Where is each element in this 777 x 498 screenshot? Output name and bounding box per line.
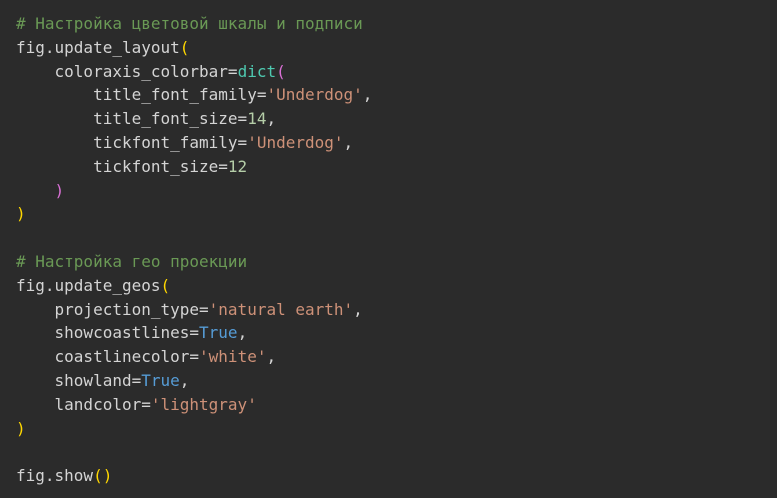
code-line: projection_type='natural earth', — [16, 298, 372, 322]
code-line: title_font_size=14, — [16, 107, 372, 131]
code-token-number: 14 — [247, 109, 267, 129]
code-token-string: 'lightgray' — [150, 394, 257, 414]
code-token-number: 12 — [227, 156, 248, 176]
code-line: showland=True, — [16, 369, 372, 393]
code-line: coloraxis_colorbar=dict( — [16, 60, 372, 84]
code-line: tickfont_size=12 — [16, 155, 372, 179]
code-token-string: 'Underdog' — [266, 85, 363, 105]
code-token-plain: , — [237, 323, 248, 343]
code-token-plain: tickfont_family= — [16, 132, 248, 152]
code-token-comment: # Настройка цветовой шкалы и подписи — [16, 14, 363, 33]
code-token-plain: , — [353, 299, 363, 319]
code-token-plain: , — [343, 132, 354, 152]
code-line: ) — [16, 417, 372, 441]
code-token-plain: landcolor= — [16, 394, 151, 414]
code-token-paren1: () — [93, 466, 113, 486]
code-token-plain: tickfont_size= — [16, 156, 228, 176]
code-token-string: 'white' — [199, 347, 267, 367]
code-line: title_font_family='Underdog', — [16, 83, 372, 107]
code-token-plain: fig.show — [16, 466, 94, 486]
code-token-paren1: ) — [16, 418, 26, 438]
code-token-plain: , — [266, 109, 277, 129]
code-token-plain: projection_type= — [16, 299, 209, 319]
code-line: showcoastlines=True, — [16, 321, 372, 345]
code-line: fig.update_layout( — [16, 36, 372, 60]
code-line: ) — [16, 202, 372, 226]
code-line: # Настройка цветовой шкалы и подписи — [16, 12, 372, 36]
code-token-plain: coloraxis_colorbar= — [16, 61, 238, 81]
code-line: coastlinecolor='white', — [16, 345, 372, 369]
code-token-plain: title_font_size= — [16, 109, 248, 129]
code-token-plain: , — [362, 85, 373, 105]
code-token-string: 'natural earth' — [208, 299, 354, 319]
code-line: fig.update_geos( — [16, 274, 372, 298]
code-token-plain: coastlinecolor= — [16, 347, 200, 367]
code-editor[interactable]: # Настройка цветовой шкалы и подписи fig.… — [16, 12, 372, 488]
code-token-string: 'Underdog' — [247, 132, 344, 152]
code-token-plain: showland= — [16, 370, 142, 390]
code-line: tickfont_family='Underdog', — [16, 131, 372, 155]
code-token-keyword: True — [141, 370, 180, 390]
code-token-paren1: ( — [179, 37, 190, 57]
code-token-comment: # Настройка гео проекции — [16, 251, 248, 271]
code-token-keyword: True — [199, 323, 238, 343]
code-token-plain: fig.update_layout — [16, 37, 180, 57]
code-line: # Настройка гео проекции — [16, 250, 372, 274]
code-token-paren1: ( — [160, 275, 171, 295]
code-line: ) — [16, 179, 372, 203]
code-line: fig.show() — [16, 464, 372, 488]
code-token-paren1: ) — [16, 204, 26, 224]
code-token-plain: fig.update_geos — [16, 275, 161, 295]
code-token-plain: , — [179, 370, 190, 390]
code-token-plain: showcoastlines= — [16, 323, 200, 343]
code-token-builtin: dict — [237, 61, 277, 81]
code-token-paren2: ) — [54, 180, 65, 200]
code-token-plain: title_font_family= — [16, 85, 267, 105]
code-token-plain: , — [266, 347, 277, 367]
code-token-paren2: ( — [276, 61, 286, 81]
code-line: landcolor='lightgray' — [16, 393, 372, 417]
